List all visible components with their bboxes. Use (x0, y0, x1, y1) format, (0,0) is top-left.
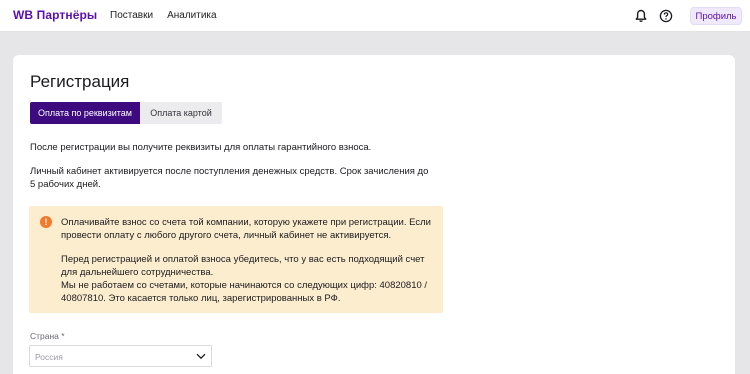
warning-text-check-account: Перед регистрацией и оплатой взноса убед… (61, 254, 425, 278)
country-label: Страна * (30, 331, 65, 341)
nav-item-analytics[interactable]: Аналитика (167, 10, 217, 21)
nav-item-supplies[interactable]: Поставки (110, 10, 153, 21)
help-icon[interactable] (659, 9, 673, 23)
tab-pay-by-card[interactable]: Оплата картой (140, 102, 222, 124)
info-paragraph-requisites: После регистрации вы получите реквизиты … (30, 142, 372, 153)
tab-pay-by-requisites[interactable]: Оплата по реквизитам (30, 102, 140, 124)
app-logo[interactable]: WB Партнёры (13, 8, 97, 22)
info-paragraph-activation: Личный кабинет активируется после поступ… (30, 166, 429, 190)
warning-icon: ! (40, 216, 52, 228)
chevron-down-icon (196, 353, 206, 360)
country-label-text: Страна (30, 331, 59, 341)
warning-text-excluded-accounts: Мы не работаем со счетами, которые начин… (61, 280, 428, 304)
warning-text-details: Перед регистрацией и оплатой взноса убед… (61, 253, 431, 305)
required-mark: * (61, 331, 65, 341)
country-select-value: Россия (35, 352, 63, 362)
top-bar: WB Партнёры Поставки Аналитика Профиль (0, 0, 750, 32)
page-title: Регистрация (30, 72, 130, 91)
bell-icon[interactable] (634, 9, 648, 23)
country-select[interactable]: Россия (29, 345, 212, 367)
warning-text-account: Оплачивайте взнос со счета той компании,… (61, 217, 431, 241)
profile-button[interactable]: Профиль (690, 7, 742, 25)
main-nav: Поставки Аналитика (110, 10, 217, 21)
